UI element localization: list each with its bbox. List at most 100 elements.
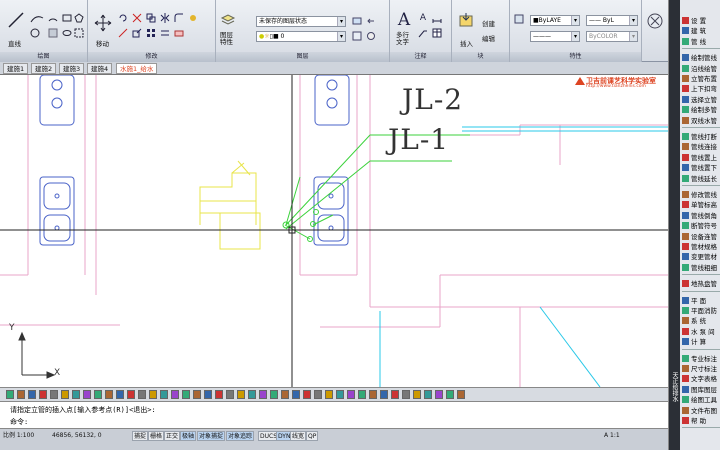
toolbar-tool-icon[interactable] <box>226 390 234 399</box>
toolbar-tool-icon[interactable] <box>380 390 388 399</box>
layer-properties-button[interactable] <box>220 12 236 28</box>
text-style-icon[interactable]: A <box>418 13 428 23</box>
toolbar-tool-icon[interactable] <box>424 390 432 399</box>
toolbar-tool-icon[interactable] <box>281 390 289 399</box>
toolbar-tool-icon[interactable] <box>116 390 124 399</box>
palette-item[interactable]: 单管标高 <box>680 200 720 210</box>
palette-item[interactable]: 系 统 <box>680 316 720 326</box>
toolbar-tool-icon[interactable] <box>28 390 36 399</box>
palette-item[interactable]: 管线倒角 <box>680 211 720 221</box>
lineweight-dropdown[interactable]: ——— ▾ <box>530 31 580 42</box>
palette-item[interactable]: 立管布置 <box>680 74 720 84</box>
palette-item[interactable]: 地热盘管 <box>680 279 720 289</box>
toolbar-tool-icon[interactable] <box>435 390 443 399</box>
color-dropdown[interactable]: ■ByLAYE ▾ <box>530 15 580 26</box>
toolbar-tool-icon[interactable] <box>138 390 146 399</box>
status-toggle[interactable]: QP <box>306 431 319 441</box>
palette-item[interactable]: 上下扣弯 <box>680 84 720 94</box>
current-layer-dropdown[interactable]: ●☼▯■ 0 ▾ <box>256 31 346 42</box>
toolbar-tool-icon[interactable] <box>369 390 377 399</box>
plotstyle-dropdown[interactable]: ByCOLOR ▾ <box>586 31 638 42</box>
polygon-icon[interactable] <box>74 13 84 23</box>
region-icon[interactable] <box>74 28 84 38</box>
layer-off-icon[interactable] <box>366 31 376 41</box>
copy-icon[interactable] <box>146 13 156 23</box>
palette-item[interactable]: 管线延长 <box>680 174 720 184</box>
toolbar-tool-icon[interactable] <box>204 390 212 399</box>
palette-item[interactable]: 设备连管 <box>680 232 720 242</box>
toolbar-tool-icon[interactable] <box>303 390 311 399</box>
toolbar-tool-icon[interactable] <box>83 390 91 399</box>
hatch-icon[interactable] <box>48 28 58 38</box>
toolbar-tool-icon[interactable] <box>457 390 465 399</box>
arc-icon[interactable] <box>48 13 58 23</box>
status-toggle[interactable]: 捕捉 <box>132 431 149 441</box>
dimension-icon[interactable] <box>432 13 442 23</box>
scale-indicator[interactable]: 比例 1:100 <box>3 431 34 441</box>
toolbar-tool-icon[interactable] <box>182 390 190 399</box>
status-toggle[interactable]: 极轴 <box>180 431 197 441</box>
palette-item[interactable]: 水 泵 间 <box>680 327 720 337</box>
ellipse-icon[interactable] <box>62 28 72 38</box>
palette-item[interactable]: 管线置上 <box>680 153 720 163</box>
mirror-icon[interactable] <box>160 13 170 23</box>
table-icon[interactable] <box>432 28 442 38</box>
toolbar-tool-icon[interactable] <box>325 390 333 399</box>
tab-shuishi-gei-shui[interactable]: 水施1_给水 <box>116 63 158 74</box>
erase-icon[interactable] <box>174 28 184 38</box>
palette-item[interactable]: 修改管线 <box>680 190 720 200</box>
palette-item[interactable]: 双线水管 <box>680 116 720 126</box>
layer-match-icon[interactable] <box>352 16 362 26</box>
toolbar-tool-icon[interactable] <box>39 390 47 399</box>
rotate-icon[interactable] <box>118 13 128 23</box>
fillet-icon[interactable] <box>174 13 184 23</box>
toolbar-tool-icon[interactable] <box>402 390 410 399</box>
tab-jianshi-1[interactable]: 建施1 <box>3 63 29 74</box>
palette-item[interactable]: 文字表格 <box>680 374 720 384</box>
rectangle-icon[interactable] <box>62 13 72 23</box>
layer-isolate-icon[interactable] <box>352 31 362 41</box>
palette-item[interactable]: 绘制管线 <box>680 53 720 63</box>
palette-item[interactable]: 管材规格 <box>680 242 720 252</box>
move-tool-button[interactable] <box>94 14 112 32</box>
toolbar-tool-icon[interactable] <box>17 390 25 399</box>
toolbar-tool-icon[interactable] <box>94 390 102 399</box>
toolbar-tool-icon[interactable] <box>50 390 58 399</box>
palette-item[interactable]: 沿线绘管 <box>680 64 720 74</box>
palette-item[interactable]: 平 面 <box>680 296 720 306</box>
tab-jianshi-3[interactable]: 建施3 <box>59 63 85 74</box>
palette-item[interactable]: 平面消防 <box>680 306 720 316</box>
toolbar-tool-icon[interactable] <box>215 390 223 399</box>
match-properties-icon[interactable] <box>514 14 524 24</box>
toolbar-tool-icon[interactable] <box>413 390 421 399</box>
palette-item[interactable]: 管线粗细 <box>680 263 720 273</box>
palette-item[interactable]: 文件布图 <box>680 406 720 416</box>
toolbar-tool-icon[interactable] <box>6 390 14 399</box>
edit-block-button[interactable]: 编辑 <box>482 33 495 43</box>
layer-state-dropdown[interactable]: 未保存的图层状态 ▾ <box>256 16 346 27</box>
tab-jianshi-4[interactable]: 建施4 <box>87 63 113 74</box>
palette-item[interactable]: 设 置 <box>680 16 720 26</box>
toolbar-tool-icon[interactable] <box>72 390 80 399</box>
toolbar-tool-icon[interactable] <box>446 390 454 399</box>
toolbar-tool-icon[interactable] <box>347 390 355 399</box>
palette-item[interactable]: 管 线 <box>680 37 720 47</box>
linetype-dropdown[interactable]: —— ByL ▾ <box>586 15 638 26</box>
toolbar-tool-icon[interactable] <box>127 390 135 399</box>
toolbar-tool-icon[interactable] <box>292 390 300 399</box>
toolbar-tool-icon[interactable] <box>248 390 256 399</box>
palette-item[interactable]: 选择立管 <box>680 95 720 105</box>
create-block-button[interactable]: 创建 <box>482 18 495 28</box>
layer-previous-icon[interactable] <box>366 16 376 26</box>
palette-item[interactable]: 管线置下 <box>680 163 720 173</box>
palette-item[interactable]: 专业标注 <box>680 354 720 364</box>
toolbar-tool-icon[interactable] <box>391 390 399 399</box>
toolbar-tool-icon[interactable] <box>105 390 113 399</box>
palette-item[interactable]: 建 筑 <box>680 26 720 36</box>
toolbar-tool-icon[interactable] <box>61 390 69 399</box>
status-toggle[interactable]: 正交 <box>164 431 181 441</box>
explode-icon[interactable] <box>188 13 198 23</box>
polyline-icon[interactable] <box>30 13 44 23</box>
utilities-button[interactable] <box>646 12 664 30</box>
leader-icon[interactable] <box>418 28 428 38</box>
